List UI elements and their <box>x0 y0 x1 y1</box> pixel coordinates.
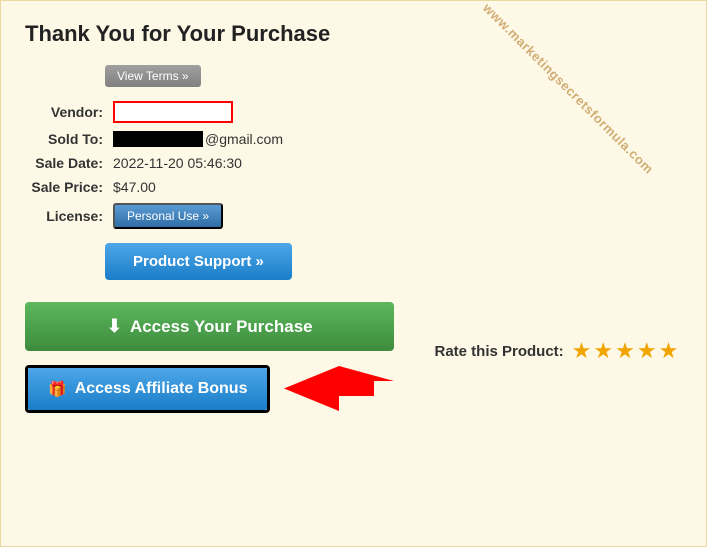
action-buttons: ⬇ Access Your Purchase 🎁 Access Affiliat… <box>25 302 394 416</box>
sold-to-row: Sold To: @gmail.com <box>25 131 682 147</box>
star-1[interactable]: ★ <box>572 338 592 364</box>
sale-price-row: Sale Price: $47.00 <box>25 179 682 195</box>
sale-price-value: $47.00 <box>113 179 156 195</box>
sale-date-row: Sale Date: 2022-11-20 05:46:30 <box>25 155 682 171</box>
view-terms-button[interactable]: View Terms » <box>105 65 201 87</box>
download-icon: ⬇ <box>107 316 122 337</box>
info-table: Vendor: Sold To: @gmail.com Sale Date: 2… <box>25 101 682 229</box>
access-affiliate-label: Access Affiliate Bonus <box>75 380 248 398</box>
stars-container: ★ ★ ★ ★ ★ <box>572 338 679 364</box>
star-2[interactable]: ★ <box>593 338 613 364</box>
rating-section: Rate this Product: ★ ★ ★ ★ ★ <box>434 310 678 364</box>
bottom-area: ⬇ Access Your Purchase 🎁 Access Affiliat… <box>25 302 682 416</box>
access-purchase-label: Access Your Purchase <box>130 317 313 337</box>
vendor-label: Vendor: <box>25 104 113 120</box>
license-badge-button[interactable]: Personal Use » <box>113 203 223 229</box>
rate-container: Rate this Product: ★ ★ ★ ★ ★ <box>434 338 678 364</box>
star-5[interactable]: ★ <box>659 338 679 364</box>
email-suffix: @gmail.com <box>205 131 283 147</box>
rate-label: Rate this Product: <box>434 343 563 360</box>
sale-date-label: Sale Date: <box>25 155 113 171</box>
star-3[interactable]: ★ <box>615 338 635 364</box>
star-4[interactable]: ★ <box>637 338 657 364</box>
main-container: Thank You for Your Purchase View Terms »… <box>0 0 707 547</box>
product-support-button[interactable]: Product Support » <box>105 243 292 280</box>
email-redacted <box>113 131 203 147</box>
gift-icon: 🎁 <box>48 380 67 398</box>
sale-price-label: Sale Price: <box>25 179 113 195</box>
email-container: @gmail.com <box>113 131 283 147</box>
license-row: License: Personal Use » <box>25 203 682 229</box>
vendor-value-box <box>113 101 233 123</box>
affiliate-row: 🎁 Access Affiliate Bonus <box>25 361 394 416</box>
affiliate-button-wrapper: 🎁 Access Affiliate Bonus <box>25 365 270 413</box>
sale-date-value: 2022-11-20 05:46:30 <box>113 155 242 171</box>
access-purchase-button[interactable]: ⬇ Access Your Purchase <box>25 302 394 351</box>
access-affiliate-button[interactable]: 🎁 Access Affiliate Bonus <box>28 368 267 410</box>
license-label: License: <box>25 208 113 224</box>
arrow-icon <box>284 361 394 416</box>
sold-to-label: Sold To: <box>25 131 113 147</box>
page-title: Thank You for Your Purchase <box>25 21 682 47</box>
